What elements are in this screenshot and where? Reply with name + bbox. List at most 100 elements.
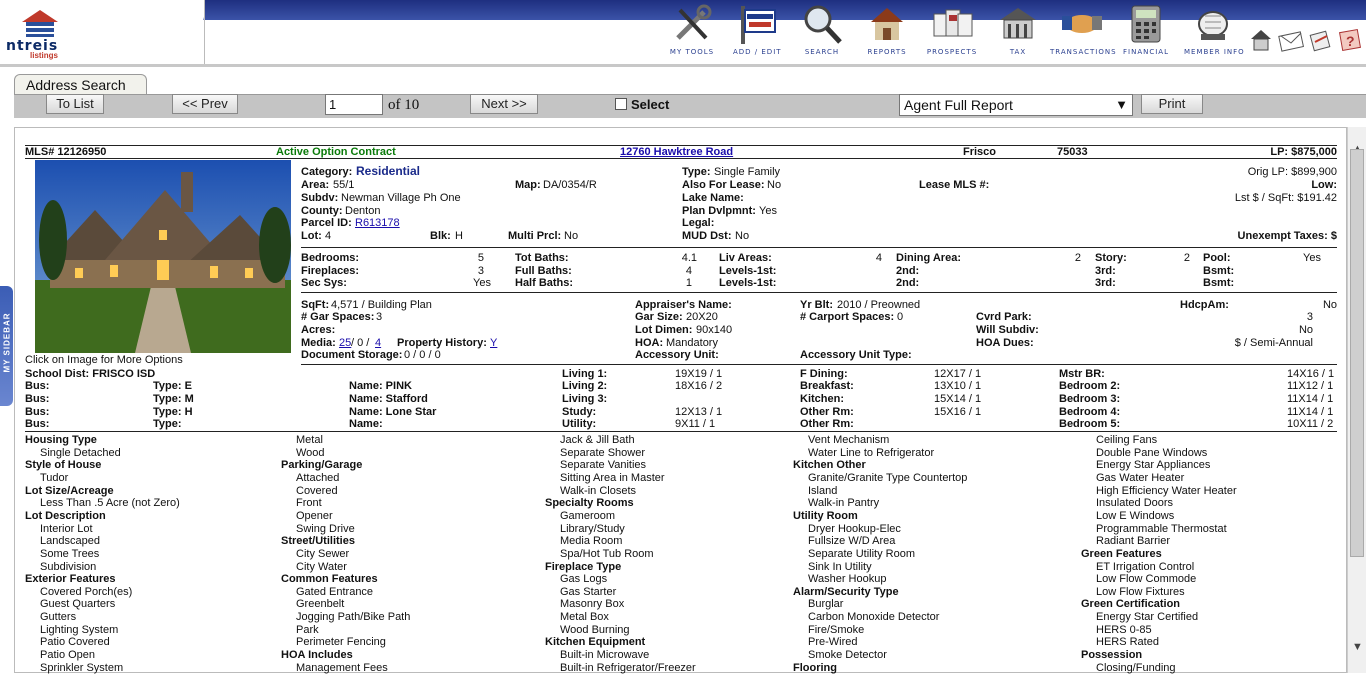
feature-item: Programmable Thermostat (1096, 522, 1227, 535)
page-input[interactable]: 1 (325, 94, 383, 115)
dining-area-value: 2 (1074, 252, 1081, 264)
feature-item: Opener (296, 509, 333, 522)
svg-text:?: ? (1346, 33, 1355, 49)
cvrd-park-value: 3 (1306, 311, 1313, 323)
feature-item: Water Line to Refrigerator (808, 446, 935, 459)
feature-heading: Style of House (25, 459, 102, 472)
sqft-value: 4,571 / Building Plan (331, 299, 432, 311)
room-dim-label: Living 1: (562, 368, 608, 380)
report-select[interactable]: Agent Full Report ▼ (899, 94, 1133, 116)
notes-icon[interactable] (1309, 30, 1333, 52)
feature-item: Guest Quarters (40, 598, 116, 611)
multi-prcl-label: Multi Prcl: (508, 230, 562, 242)
nav-financial[interactable]: FINANCIAL (1122, 2, 1170, 62)
feature-heading: Possession (1081, 649, 1143, 662)
feature-heading: Green Certification (1081, 598, 1181, 611)
select-checkbox[interactable] (615, 98, 627, 110)
lot-label: Lot: (301, 230, 322, 242)
media-photos-link[interactable]: 25 (339, 337, 351, 349)
nav-search[interactable]: SEARCH (798, 2, 846, 62)
property-history-label: Property History: (397, 337, 487, 349)
blk-label: Blk: (430, 230, 451, 242)
gar-size-label: Gar Size: (635, 311, 683, 323)
will-subdiv-label: Will Subdiv: (976, 324, 1039, 336)
feature-item: Library/Study (560, 522, 625, 535)
full-baths-label: Full Baths: (515, 265, 572, 277)
tab-address-search[interactable]: Address Search (14, 74, 147, 96)
photo-caption[interactable]: Click on Image for More Options (25, 354, 183, 366)
page-count: of 10 (388, 97, 420, 113)
print-button[interactable]: Print (1141, 94, 1203, 114)
lease-value: No (767, 179, 782, 191)
scroll-down-icon[interactable]: ▼ (1352, 641, 1363, 653)
school-name: Name: (349, 418, 383, 430)
feature-heading: Green Features (1081, 547, 1162, 560)
feature-item: Carbon Monoxide Detector (808, 611, 940, 624)
liv-areas-label: Liv Areas: (719, 252, 772, 264)
school-type: Type: H (153, 406, 193, 418)
bsmt-label-2: Bsmt: (1203, 277, 1235, 289)
feature-item: Swing Drive (296, 522, 355, 535)
school-type: Type: (153, 418, 182, 430)
help-icon[interactable]: ? (1338, 28, 1362, 52)
nav-tax[interactable]: TAX (994, 2, 1042, 62)
to-list-button[interactable]: To List (46, 94, 104, 114)
sqft-label: SqFt: (301, 299, 330, 311)
my-sidebar-tab[interactable]: MY SIDEBAR (0, 286, 13, 406)
home-icon[interactable] (1250, 28, 1272, 52)
parcel-label: Parcel ID: (301, 217, 352, 229)
feature-heading: Kitchen Equipment (545, 636, 646, 649)
nav-reports[interactable]: REPORTS (863, 2, 911, 62)
lease-mls-label: Lease MLS #: (919, 179, 990, 191)
media-tours-link[interactable]: 4 (375, 337, 381, 349)
nav-my-tools[interactable]: MY TOOLS (668, 2, 716, 62)
multi-prcl-value: No (564, 230, 579, 242)
feature-item: Low Flow Fixtures (1096, 585, 1185, 598)
levels-1st-label-2: Levels-1st: (719, 277, 777, 289)
room-dim-value: 11X14 / 1 (1287, 393, 1334, 405)
nav-add-edit[interactable]: ADD / EDIT (733, 2, 781, 62)
orig-lp: Orig LP: $899,900 (1247, 166, 1337, 178)
3rd-label-2: 3rd: (1095, 277, 1116, 289)
brand-sub: listings (30, 51, 59, 60)
accessory-unit-label: Accessory Unit: (635, 349, 719, 361)
half-baths-value: 1 (685, 277, 692, 289)
feature-item: Gas Logs (560, 573, 608, 586)
feature-item: Closing/Funding (1096, 661, 1176, 674)
parcel-link[interactable]: R613178 (355, 217, 400, 229)
type-label: Type: (682, 166, 711, 178)
2nd-label: 2nd: (896, 265, 920, 277)
feature-item: Sink In Utility (808, 560, 872, 573)
city: Frisco (963, 146, 997, 158)
feature-item: Gated Entrance (296, 585, 374, 598)
feature-item: Gutters (40, 611, 77, 624)
nav-prospects[interactable]: PROSPECTS (926, 2, 978, 62)
scroll-thumb[interactable] (1350, 149, 1364, 557)
feature-item: Park (296, 623, 319, 636)
zip: 75033 (1057, 146, 1088, 158)
property-photo[interactable] (35, 160, 291, 353)
feature-item: Energy Star Appliances (1096, 459, 1211, 472)
mud-value: No (735, 230, 750, 242)
address-link[interactable]: 12760 Hawktree Road (620, 146, 733, 158)
lst-sqft: Lst $ / SqFt: $191.42 (1234, 192, 1337, 204)
logo-house-icon (22, 10, 58, 37)
property-history-link[interactable]: Y (490, 337, 497, 349)
school-dist: School Dist: FRISCO ISD (25, 368, 156, 380)
scrollbar[interactable]: ▲ ▼ (1347, 127, 1366, 673)
gar-spaces-value: 3 (376, 311, 383, 323)
nav-member-info[interactable]: MEMBER INFO (1184, 2, 1244, 62)
tot-baths-label: Tot Baths: (515, 252, 569, 264)
next-button[interactable]: Next >> (470, 94, 538, 114)
nav-transactions[interactable]: TRANSACTIONS (1050, 2, 1116, 62)
feature-item: Patio Open (40, 649, 96, 662)
feature-item: Built-in Microwave (560, 649, 650, 662)
prev-button[interactable]: << Prev (172, 94, 238, 114)
feature-heading: Lot Description (25, 509, 106, 522)
room-dim-value: 18X16 / 2 (675, 380, 723, 392)
acres-label: Acres: (301, 324, 336, 336)
room-dim-label: Bedroom 5: (1059, 418, 1121, 430)
room-dim-label: Other Rm: (800, 418, 854, 430)
feature-item: Spa/Hot Tub Room (560, 547, 654, 560)
mail-icon[interactable] (1278, 30, 1304, 52)
